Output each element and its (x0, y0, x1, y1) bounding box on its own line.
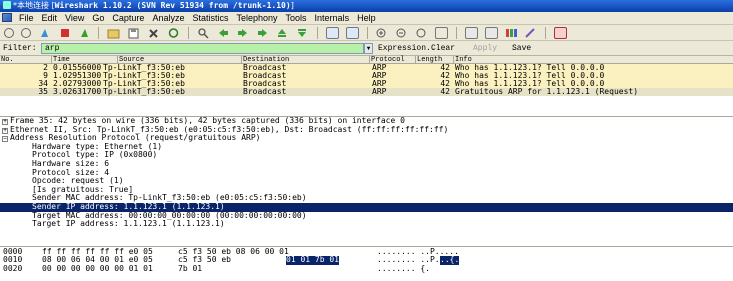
hex-bytes: 00 00 00 00 00 00 01 01 (42, 263, 153, 273)
go-back-icon[interactable] (217, 27, 230, 39)
packet-details-tree: + Frame 35: 42 bytes on wire (336 bits), … (0, 116, 733, 246)
tree-field-protocol-type[interactable]: Protocol type: IP (0x0800) (0, 151, 733, 160)
hex-ascii-highlighted: ..{. (440, 255, 460, 265)
go-to-packet-icon[interactable] (256, 27, 269, 39)
go-forward-icon[interactable] (236, 27, 249, 39)
hex-row[interactable]: 0020 00 00 00 00 00 00 01 01 7b 01 .....… (0, 263, 733, 273)
zoom-out-icon[interactable] (395, 27, 408, 39)
hex-ascii: ........ {. (377, 263, 430, 273)
menu-edit[interactable]: Edit (38, 12, 62, 25)
toolbar-separator (187, 27, 189, 39)
menu-capture[interactable]: Capture (108, 12, 148, 25)
menu-telephony[interactable]: Telephony (232, 12, 281, 25)
filter-label: Filter: (3, 44, 37, 53)
hex-bytes: 7b 01 (178, 263, 203, 273)
display-filter-bar: Filter: arp ▼ Expression... Clear Apply … (0, 41, 733, 56)
stop-capture-icon[interactable] (58, 27, 71, 39)
display-filters-icon[interactable] (484, 27, 498, 39)
menu-statistics[interactable]: Statistics (188, 12, 232, 25)
hex-bytes-highlighted: 01 01 7b 01 (286, 255, 339, 265)
zoom-normal-icon[interactable] (415, 27, 428, 39)
packet-no: 35 (38, 87, 48, 96)
capture-options-icon[interactable] (20, 28, 31, 38)
packet-time: 3.02631700 (53, 87, 102, 96)
hex-offset: 0020 (3, 263, 23, 273)
menu-help[interactable]: Help (353, 12, 380, 25)
filter-clear-button[interactable]: Clear (431, 44, 455, 53)
filter-dropdown-icon[interactable]: ▼ (364, 43, 373, 54)
menu-tools[interactable]: Tools (282, 12, 311, 25)
packet-list: No. Time Source Destination Protocol Len… (0, 56, 733, 113)
window-title-prefix: *本地连接 (13, 1, 49, 10)
packet-protocol: ARP (372, 87, 387, 96)
filter-save-button[interactable]: Save (512, 44, 531, 53)
expand-icon[interactable]: + (2, 119, 8, 125)
reload-icon[interactable] (167, 27, 180, 39)
menu-view[interactable]: View (61, 12, 88, 25)
zoom-in-icon[interactable] (375, 27, 388, 39)
menu-file[interactable]: File (15, 12, 38, 25)
toolbar-separator (98, 27, 100, 39)
go-first-icon[interactable] (276, 27, 289, 39)
toolbar-separator (366, 27, 368, 39)
system-menu-icon[interactable] (2, 13, 12, 22)
preferences-icon[interactable] (524, 27, 537, 39)
window-title: Wireshark 1.10.2 (SVN Rev 51934 from /tr… (54, 1, 291, 10)
save-file-icon[interactable] (127, 27, 140, 39)
open-file-icon[interactable] (107, 27, 120, 39)
menu-bar: File Edit View Go Capture Analyze Statistics Te… (0, 12, 733, 25)
go-last-icon[interactable] (296, 27, 309, 39)
tree-field-target-ip[interactable]: Target IP address: 1.1.123.1 (1.1.123.1) (0, 220, 733, 229)
toolbar-separator (545, 27, 547, 39)
find-packet-icon[interactable] (197, 27, 210, 39)
packet-length: 42 (440, 87, 450, 96)
packet-destination: Broadcast (243, 87, 287, 96)
restart-capture-icon[interactable] (78, 27, 91, 39)
display-filter-input[interactable]: arp (41, 43, 364, 54)
menu-analyze[interactable]: Analyze (148, 12, 188, 25)
packet-row-selected[interactable]: 35 3.02631700 Tp-LinkT_f3:50:eb Broadcas… (0, 88, 733, 96)
auto-scroll-icon[interactable] (345, 27, 359, 39)
start-capture-icon[interactable] (38, 27, 51, 39)
packet-info: Gratuitous ARP for 1.1.123.1 (Request) (455, 87, 639, 96)
collapse-icon[interactable]: − (2, 136, 8, 143)
coloring-rules-icon[interactable] (505, 27, 518, 39)
toolbar-separator (316, 27, 318, 39)
resize-columns-icon[interactable] (435, 27, 448, 39)
close-file-icon[interactable] (147, 27, 160, 39)
main-toolbar (0, 25, 733, 41)
window-title-bar: *本地连接 [Wireshark 1.10.2 (SVN Rev 51934 f… (0, 0, 733, 12)
menu-internals[interactable]: Internals (311, 12, 354, 25)
menu-go[interactable]: Go (88, 12, 108, 25)
interface-list-icon[interactable] (4, 28, 14, 38)
toolbar-separator (455, 27, 457, 39)
expand-icon[interactable]: + (2, 127, 8, 134)
packet-bytes-pane: 0000 ff ff ff ff ff ff e0 05 c5 f3 50 eb… (0, 246, 733, 281)
packet-source: Tp-LinkT_f3:50:eb (103, 87, 185, 96)
app-icon (3, 1, 11, 9)
tree-item-label: Address Resolution Protocol (request/gra… (10, 133, 261, 143)
colorize-icon[interactable] (325, 27, 339, 39)
filter-apply-button[interactable]: Apply (473, 44, 497, 53)
tree-field-hardware-size[interactable]: Hardware size: 6 (0, 159, 733, 169)
help-icon[interactable] (554, 27, 568, 39)
capture-filters-icon[interactable] (464, 27, 478, 39)
